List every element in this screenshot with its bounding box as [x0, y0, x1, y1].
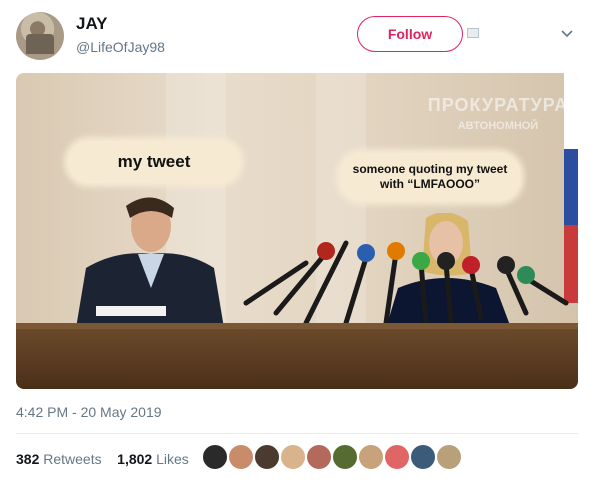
liker-avatar[interactable]: [254, 444, 280, 470]
image-placeholder-icon: [467, 28, 479, 38]
user-handle[interactable]: @LifeOfJay98: [76, 39, 165, 55]
tweet-header: JAY @LifeOfJay98 Follow: [0, 0, 596, 72]
retweets-label: Retweets: [43, 451, 102, 467]
likes-link[interactable]: 1,802 Likes: [117, 451, 189, 467]
retweets-link[interactable]: 382 Retweets: [16, 451, 102, 467]
tweet-image[interactable]: ПРОКУРАТУРА АВТОНОМНОЙ my tweet someone …: [16, 73, 578, 389]
caption-quoting-line-2: with “LMFAOOO”: [380, 177, 480, 191]
liker-avatar[interactable]: [384, 444, 410, 470]
liker-avatar[interactable]: [332, 444, 358, 470]
liker-avatar[interactable]: [306, 444, 332, 470]
liker-avatar[interactable]: [228, 444, 254, 470]
podium-table: [16, 329, 578, 389]
microphones: [243, 240, 569, 326]
tweet-timestamp[interactable]: 4:42 PM - 20 May 2019: [16, 404, 162, 420]
man-at-podium: [76, 197, 224, 328]
chevron-down-icon[interactable]: [560, 26, 574, 40]
liker-avatar[interactable]: [358, 444, 384, 470]
follow-button[interactable]: Follow: [357, 16, 463, 52]
tweet-stats: 382 Retweets 1,802 Likes: [16, 451, 189, 467]
user-name[interactable]: JAY: [76, 14, 108, 34]
liker-avatar[interactable]: [436, 444, 462, 470]
likes-label: Likes: [156, 451, 189, 467]
avatar[interactable]: [16, 12, 64, 60]
caption-quoting-line-1: someone quoting my tweet: [352, 162, 508, 176]
liker-avatar[interactable]: [202, 444, 228, 470]
wall-sign-line-1: ПРОКУРАТУРА: [427, 95, 569, 115]
liker-avatar[interactable]: [410, 444, 436, 470]
liker-avatar[interactable]: [280, 444, 306, 470]
caption-my-tweet: my tweet: [68, 141, 240, 183]
divider: [16, 433, 578, 434]
wall-sign-line-2: АВТОНОМНОЙ: [457, 120, 539, 132]
retweets-count: 382: [16, 451, 40, 467]
caption-quoting-tweet: someone quoting my tweet with “LMFAOOO”: [340, 153, 520, 201]
likes-count: 1,802: [117, 451, 153, 467]
